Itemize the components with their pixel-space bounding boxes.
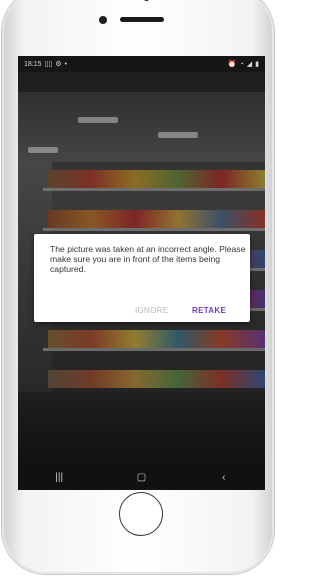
status-bar: 18:15 ▯▯ ⚙ • ⏰ ◔ ◢ ▮ [18, 56, 265, 72]
status-time: 18:15 [24, 60, 42, 68]
ignore-button[interactable]: IGNORE [135, 306, 168, 315]
recents-button[interactable]: ||| [44, 472, 74, 483]
dot-icon: • [64, 60, 67, 68]
signal-icon: ◢ [246, 61, 253, 68]
sim-icon: ▯▯ [44, 61, 53, 68]
notification-icon: ⚙ [55, 61, 62, 68]
alarm-icon: ⏰ [227, 61, 237, 68]
incorrect-angle-dialog: The picture was taken at an incorrect an… [34, 234, 250, 322]
battery-icon: ▮ [255, 61, 259, 68]
speaker-dot [143, 0, 150, 1]
physical-home-button[interactable] [119, 492, 163, 536]
retake-button[interactable]: RETAKE [192, 306, 226, 315]
dialog-message: The picture was taken at an incorrect an… [50, 244, 246, 274]
phone-screen: 18:15 ▯▯ ⚙ • ⏰ ◔ ◢ ▮ The picture was tak… [18, 56, 265, 490]
camera-photo: The picture was taken at an incorrect an… [18, 92, 265, 464]
home-nav-button[interactable]: ▢ [126, 472, 156, 483]
navigation-bar: ||| ▢ ‹ [18, 464, 265, 490]
back-button[interactable]: ‹ [209, 472, 239, 483]
front-camera [99, 16, 107, 24]
earpiece-speaker [120, 17, 164, 22]
wifi-icon: ◔ [239, 60, 244, 68]
app-top-band [18, 72, 265, 92]
